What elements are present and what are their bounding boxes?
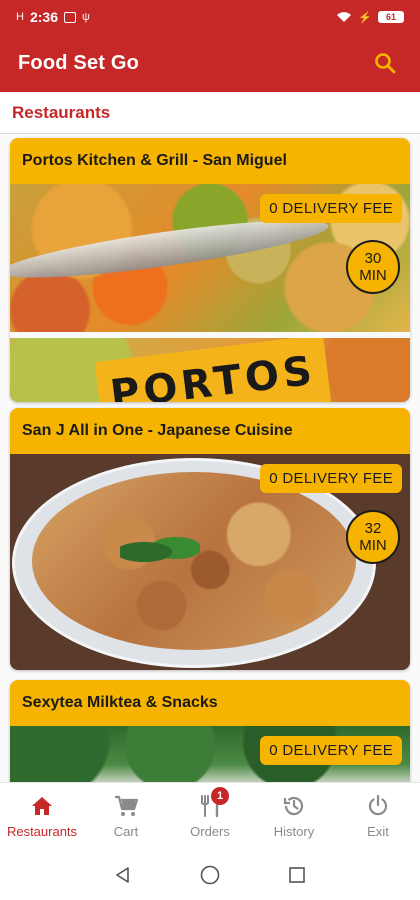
system-back-button[interactable] [108,860,138,890]
wifi-icon [337,12,352,22]
delivery-fee-badge: 0 DELIVERY FEE [260,736,402,765]
back-triangle-icon [116,867,130,883]
status-left: H 2:36 ψ [16,9,90,25]
search-button[interactable] [368,46,402,80]
delivery-time-value: 30 [364,250,382,267]
nav-restaurants[interactable]: Restaurants [0,783,84,850]
restaurant-sign: PORTOS [94,338,332,402]
card-title-bar: San J All in One - Japanese Cuisine [10,408,410,454]
photo-herb [120,532,200,572]
nav-label: History [273,824,315,839]
status-right: ⚡ 61 [336,11,404,24]
nav-label: Orders [190,824,230,839]
delivery-fee-badge: 0 DELIVERY FEE [260,194,402,223]
delivery-time-badge: 30 MIN [346,240,400,294]
home-icon [29,794,55,818]
restaurant-list[interactable]: Portos Kitchen & Grill - San Miguel 0 DE… [0,134,420,782]
power-icon [365,794,391,818]
recents-square-icon [288,867,305,883]
home-circle-icon [200,865,220,885]
restaurant-photo: 0 DELIVERY FEE 32 MIN [10,454,410,670]
system-nav-bar [0,850,420,900]
section-header: Restaurants [0,92,420,134]
card-title-bar: Portos Kitchen & Grill - San Miguel [10,138,410,184]
restaurant-name: San J All in One - Japanese Cuisine [22,422,293,439]
charging-icon: ⚡ [358,11,372,24]
section-title: Restaurants [12,102,111,122]
cart-icon [113,794,139,818]
nav-history[interactable]: History [252,783,336,850]
bottom-nav: Restaurants Cart 1 Orders History Exit [0,782,420,850]
nav-orders[interactable]: 1 Orders [168,783,252,850]
restaurant-name: Sexytea Milktea & Snacks [22,694,218,711]
app-bar: Food Set Go [0,34,420,92]
nav-exit[interactable]: Exit [336,783,420,850]
usb-icon: ψ [81,11,90,23]
restaurant-card-san-j[interactable]: San J All in One - Japanese Cuisine 0 DE… [10,408,410,670]
restaurant-photo: 0 DELIVERY FEE 30 MIN [10,184,410,332]
nav-label: Exit [367,824,389,839]
delivery-time-badge: 32 MIN [346,510,400,564]
restaurant-card-sexytea[interactable]: Sexytea Milktea & Snacks 0 DELIVERY FEE [10,680,410,782]
history-icon [281,794,307,818]
delivery-fee-badge: 0 DELIVERY FEE [260,464,402,493]
system-recents-button[interactable] [282,860,312,890]
app-notification-icon [63,11,76,23]
delivery-time-unit: MIN [359,267,387,284]
card-title-bar: Sexytea Milktea & Snacks [10,680,410,726]
nav-label: Cart [113,824,139,839]
nav-label: Restaurants [6,824,78,839]
nav-cart[interactable]: Cart [84,783,168,850]
delivery-time-unit: MIN [359,537,387,554]
restaurant-sign-photo: PORTOS [10,338,410,402]
battery-indicator: 61 [378,11,404,23]
network-type-icon: H [16,11,24,23]
fork-knife-icon: 1 [197,787,229,818]
system-home-button[interactable] [195,860,225,890]
restaurant-photo: 0 DELIVERY FEE [10,726,410,782]
status-time: 2:36 [29,9,58,25]
restaurant-name: Portos Kitchen & Grill - San Miguel [22,152,287,169]
orders-badge: 1 [211,787,229,805]
search-icon [375,53,396,74]
app-title: Food Set Go [18,51,140,74]
status-bar: H 2:36 ψ ⚡ 61 [0,0,420,34]
restaurant-card-portos[interactable]: Portos Kitchen & Grill - San Miguel 0 DE… [10,138,410,402]
app-screen: H 2:36 ψ ⚡ 61 Food Set Go Restaurants Po… [0,0,420,900]
delivery-time-value: 32 [364,520,382,537]
